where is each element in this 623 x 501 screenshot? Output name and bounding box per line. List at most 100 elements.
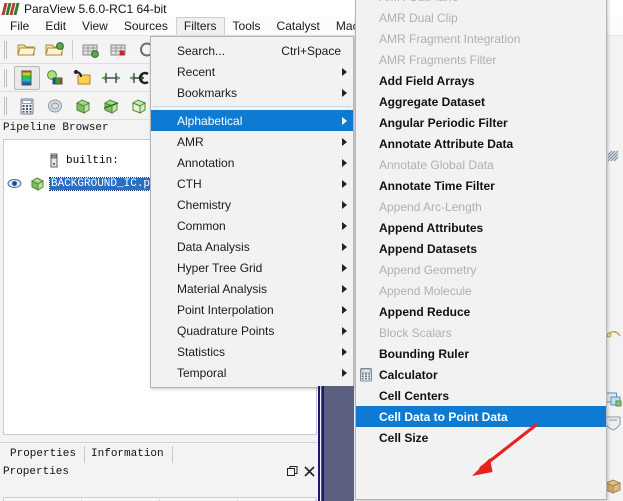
threshold-icon[interactable] <box>126 94 152 118</box>
open-recent-folder-icon[interactable] <box>42 38 68 62</box>
toolbar-grip[interactable] <box>3 40 10 60</box>
menu-file[interactable]: File <box>2 17 37 35</box>
filter-item-cell-size[interactable]: Cell Size <box>356 427 606 448</box>
menu-item-quadrature-points[interactable]: Quadrature Points <box>151 320 353 341</box>
clip-icon[interactable] <box>70 94 96 118</box>
menu-item-annotation[interactable]: Annotation <box>151 152 353 173</box>
filter-item-append-arc-length[interactable]: Append Arc-Length <box>356 196 606 217</box>
open-folder-icon[interactable] <box>14 38 40 62</box>
chevron-right-icon <box>342 179 347 188</box>
menu-tools[interactable]: Tools <box>225 17 269 35</box>
visibility-toggle-placeholder <box>6 154 22 168</box>
close-icon[interactable] <box>302 465 316 479</box>
menu-filters[interactable]: Filters <box>175 17 225 35</box>
filter-item-aggregate-dataset[interactable]: Aggregate Dataset <box>356 91 606 112</box>
rescale-range-icon[interactable] <box>42 66 68 90</box>
chevron-right-icon <box>342 305 347 314</box>
menu-item-search[interactable]: Search... Ctrl+Space <box>151 40 353 61</box>
menu-item-label: Common <box>177 218 226 233</box>
properties-tabs[interactable]: Properties Information <box>0 443 319 463</box>
menu-item-label: Block Scalars <box>379 325 452 340</box>
menu-item-cth[interactable]: CTH <box>151 173 353 194</box>
menu-item-label: AMR Dual Clip <box>379 10 458 25</box>
contour-icon[interactable] <box>42 94 68 118</box>
rescale-to-data-range-icon[interactable] <box>98 66 124 90</box>
filter-item-annotate-global-data[interactable]: Annotate Global Data <box>356 154 606 175</box>
menu-item-label: Annotate Time Filter <box>379 178 495 193</box>
filter-item-annotate-time-filter[interactable]: Annotate Time Filter <box>356 175 606 196</box>
filter-item-bounding-ruler[interactable]: Bounding Ruler <box>356 343 606 364</box>
filter-item-amr-cutplane[interactable]: AMR CutPlane <box>356 0 606 7</box>
properties-header: Properties <box>0 463 319 480</box>
slice-icon[interactable] <box>98 94 124 118</box>
window-title: ParaView 5.6.0-RC1 64-bit <box>24 1 167 16</box>
toolbar-grip[interactable] <box>3 96 10 116</box>
menu-item-label: Append Datasets <box>379 241 478 256</box>
filter-item-append-reduce[interactable]: Append Reduce <box>356 301 606 322</box>
edit-color-legend-icon[interactable] <box>70 66 96 90</box>
menu-item-material-analysis[interactable]: Material Analysis <box>151 278 353 299</box>
menu-item-bookmarks[interactable]: Bookmarks <box>151 82 353 103</box>
menu-item-label: Search... <box>177 43 226 58</box>
chevron-right-icon <box>342 67 347 76</box>
save-screenshot-icon[interactable] <box>105 38 131 62</box>
filter-item-amr-fragments-filter[interactable]: AMR Fragments Filter <box>356 49 606 70</box>
menu-item-label: Chemistry <box>177 197 232 212</box>
filter-item-amr-fragment-integration[interactable]: AMR Fragment Integration <box>356 28 606 49</box>
menu-item-recent[interactable]: Recent <box>151 61 353 82</box>
vertical-scroll-band[interactable] <box>318 386 354 501</box>
filter-item-block-scalars[interactable]: Block Scalars <box>356 322 606 343</box>
alphabetical-submenu[interactable]: AMR Connectivity AMR Contour AMR CutPlan… <box>355 0 607 500</box>
menu-item-data-analysis[interactable]: Data Analysis <box>151 236 353 257</box>
menu-item-label: AMR Fragments Filter <box>379 52 497 67</box>
menu-item-label: Point Interpolation <box>177 302 274 317</box>
chevron-right-icon <box>342 326 347 335</box>
filter-item-cell-centers[interactable]: Cell Centers <box>356 385 606 406</box>
menu-item-label: Aggregate Dataset <box>379 94 486 109</box>
filter-item-append-molecule[interactable]: Append Molecule <box>356 280 606 301</box>
visibility-eye-icon[interactable] <box>6 177 22 191</box>
tab-information[interactable]: Information <box>85 446 173 463</box>
menu-edit[interactable]: Edit <box>37 17 74 35</box>
filter-item-add-field-arrays[interactable]: Add Field Arrays <box>356 70 606 91</box>
menu-catalyst[interactable]: Catalyst <box>269 17 328 35</box>
filter-item-append-geometry[interactable]: Append Geometry <box>356 259 606 280</box>
menu-item-temporal[interactable]: Temporal <box>151 362 353 383</box>
tab-properties[interactable]: Properties <box>4 446 86 463</box>
menu-item-label: Cell Data to Point Data <box>379 409 508 424</box>
menu-item-alphabetical[interactable]: Alphabetical <box>151 110 353 131</box>
menu-view[interactable]: View <box>74 17 116 35</box>
filter-item-angular-periodic-filter[interactable]: Angular Periodic Filter <box>356 112 606 133</box>
menu-item-label: Cell Centers <box>379 388 450 403</box>
filter-item-calculator[interactable]: Calculator <box>356 364 606 385</box>
menu-item-label: Annotation <box>177 155 235 170</box>
filter-item-cell-data-to-point-data[interactable]: Cell Data to Point Data <box>356 406 606 427</box>
menu-item-point-interpolation[interactable]: Point Interpolation <box>151 299 353 320</box>
properties-dock: Properties Information Properties <box>0 442 320 501</box>
menu-item-label: Alphabetical <box>177 113 243 128</box>
color-map-icon[interactable] <box>14 65 40 90</box>
filter-item-amr-dual-clip[interactable]: AMR Dual Clip <box>356 7 606 28</box>
menu-sources[interactable]: Sources <box>116 17 176 35</box>
toolbar-grip[interactable] <box>3 68 10 88</box>
calculator-icon[interactable] <box>14 94 40 118</box>
filter-item-append-datasets[interactable]: Append Datasets <box>356 238 606 259</box>
menu-item-chemistry[interactable]: Chemistry <box>151 194 353 215</box>
menu-item-hyper-tree-grid[interactable]: Hyper Tree Grid <box>151 257 353 278</box>
undock-icon[interactable] <box>285 465 299 479</box>
rescale-custom-range-icon[interactable] <box>126 66 152 90</box>
save-data-icon[interactable] <box>77 38 103 62</box>
menu-item-label: AMR CutPlane <box>379 0 458 4</box>
filter-item-annotate-attribute-data[interactable]: Annotate Attribute Data <box>356 133 606 154</box>
menu-item-label: Bookmarks <box>177 85 238 100</box>
menu-item-statistics[interactable]: Statistics <box>151 341 353 362</box>
menu-item-label: Quadrature Points <box>177 323 275 338</box>
pipeline-item-label[interactable]: BACKGROUND_IC.pvd <box>48 176 166 191</box>
menu-item-label: Calculator <box>379 367 438 382</box>
menu-item-common[interactable]: Common <box>151 215 353 236</box>
properties-toolbar[interactable] <box>3 497 317 501</box>
filter-item-append-attributes[interactable]: Append Attributes <box>356 217 606 238</box>
menu-item-amr[interactable]: AMR <box>151 131 353 152</box>
dataset-cube-icon <box>30 176 45 191</box>
filters-menu[interactable]: Search... Ctrl+Space Recent Bookmarks Al… <box>150 36 354 388</box>
